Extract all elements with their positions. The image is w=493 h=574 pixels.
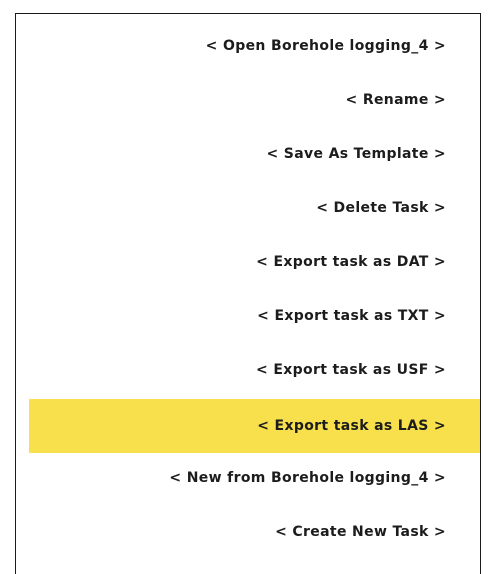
menu-item-open-borehole-logging[interactable]: < Open Borehole logging_4 > bbox=[16, 19, 480, 73]
menu-item-export-usf[interactable]: < Export task as USF > bbox=[16, 343, 480, 397]
menu-item-create-new-task[interactable]: < Create New Task > bbox=[16, 505, 480, 559]
menu-item-export-dat[interactable]: < Export task as DAT > bbox=[16, 235, 480, 289]
menu-item-delete-task[interactable]: < Delete Task > bbox=[16, 181, 480, 235]
task-context-menu: < Open Borehole logging_4 > < Rename > <… bbox=[15, 13, 481, 574]
menu-item-export-txt[interactable]: < Export task as TXT > bbox=[16, 289, 480, 343]
menu-item-save-as-template[interactable]: < Save As Template > bbox=[16, 127, 480, 181]
menu-item-rename[interactable]: < Rename > bbox=[16, 73, 480, 127]
menu-item-export-las[interactable]: < Export task as LAS > bbox=[29, 399, 480, 453]
menu-item-new-from-borehole-logging[interactable]: < New from Borehole logging_4 > bbox=[16, 451, 480, 505]
